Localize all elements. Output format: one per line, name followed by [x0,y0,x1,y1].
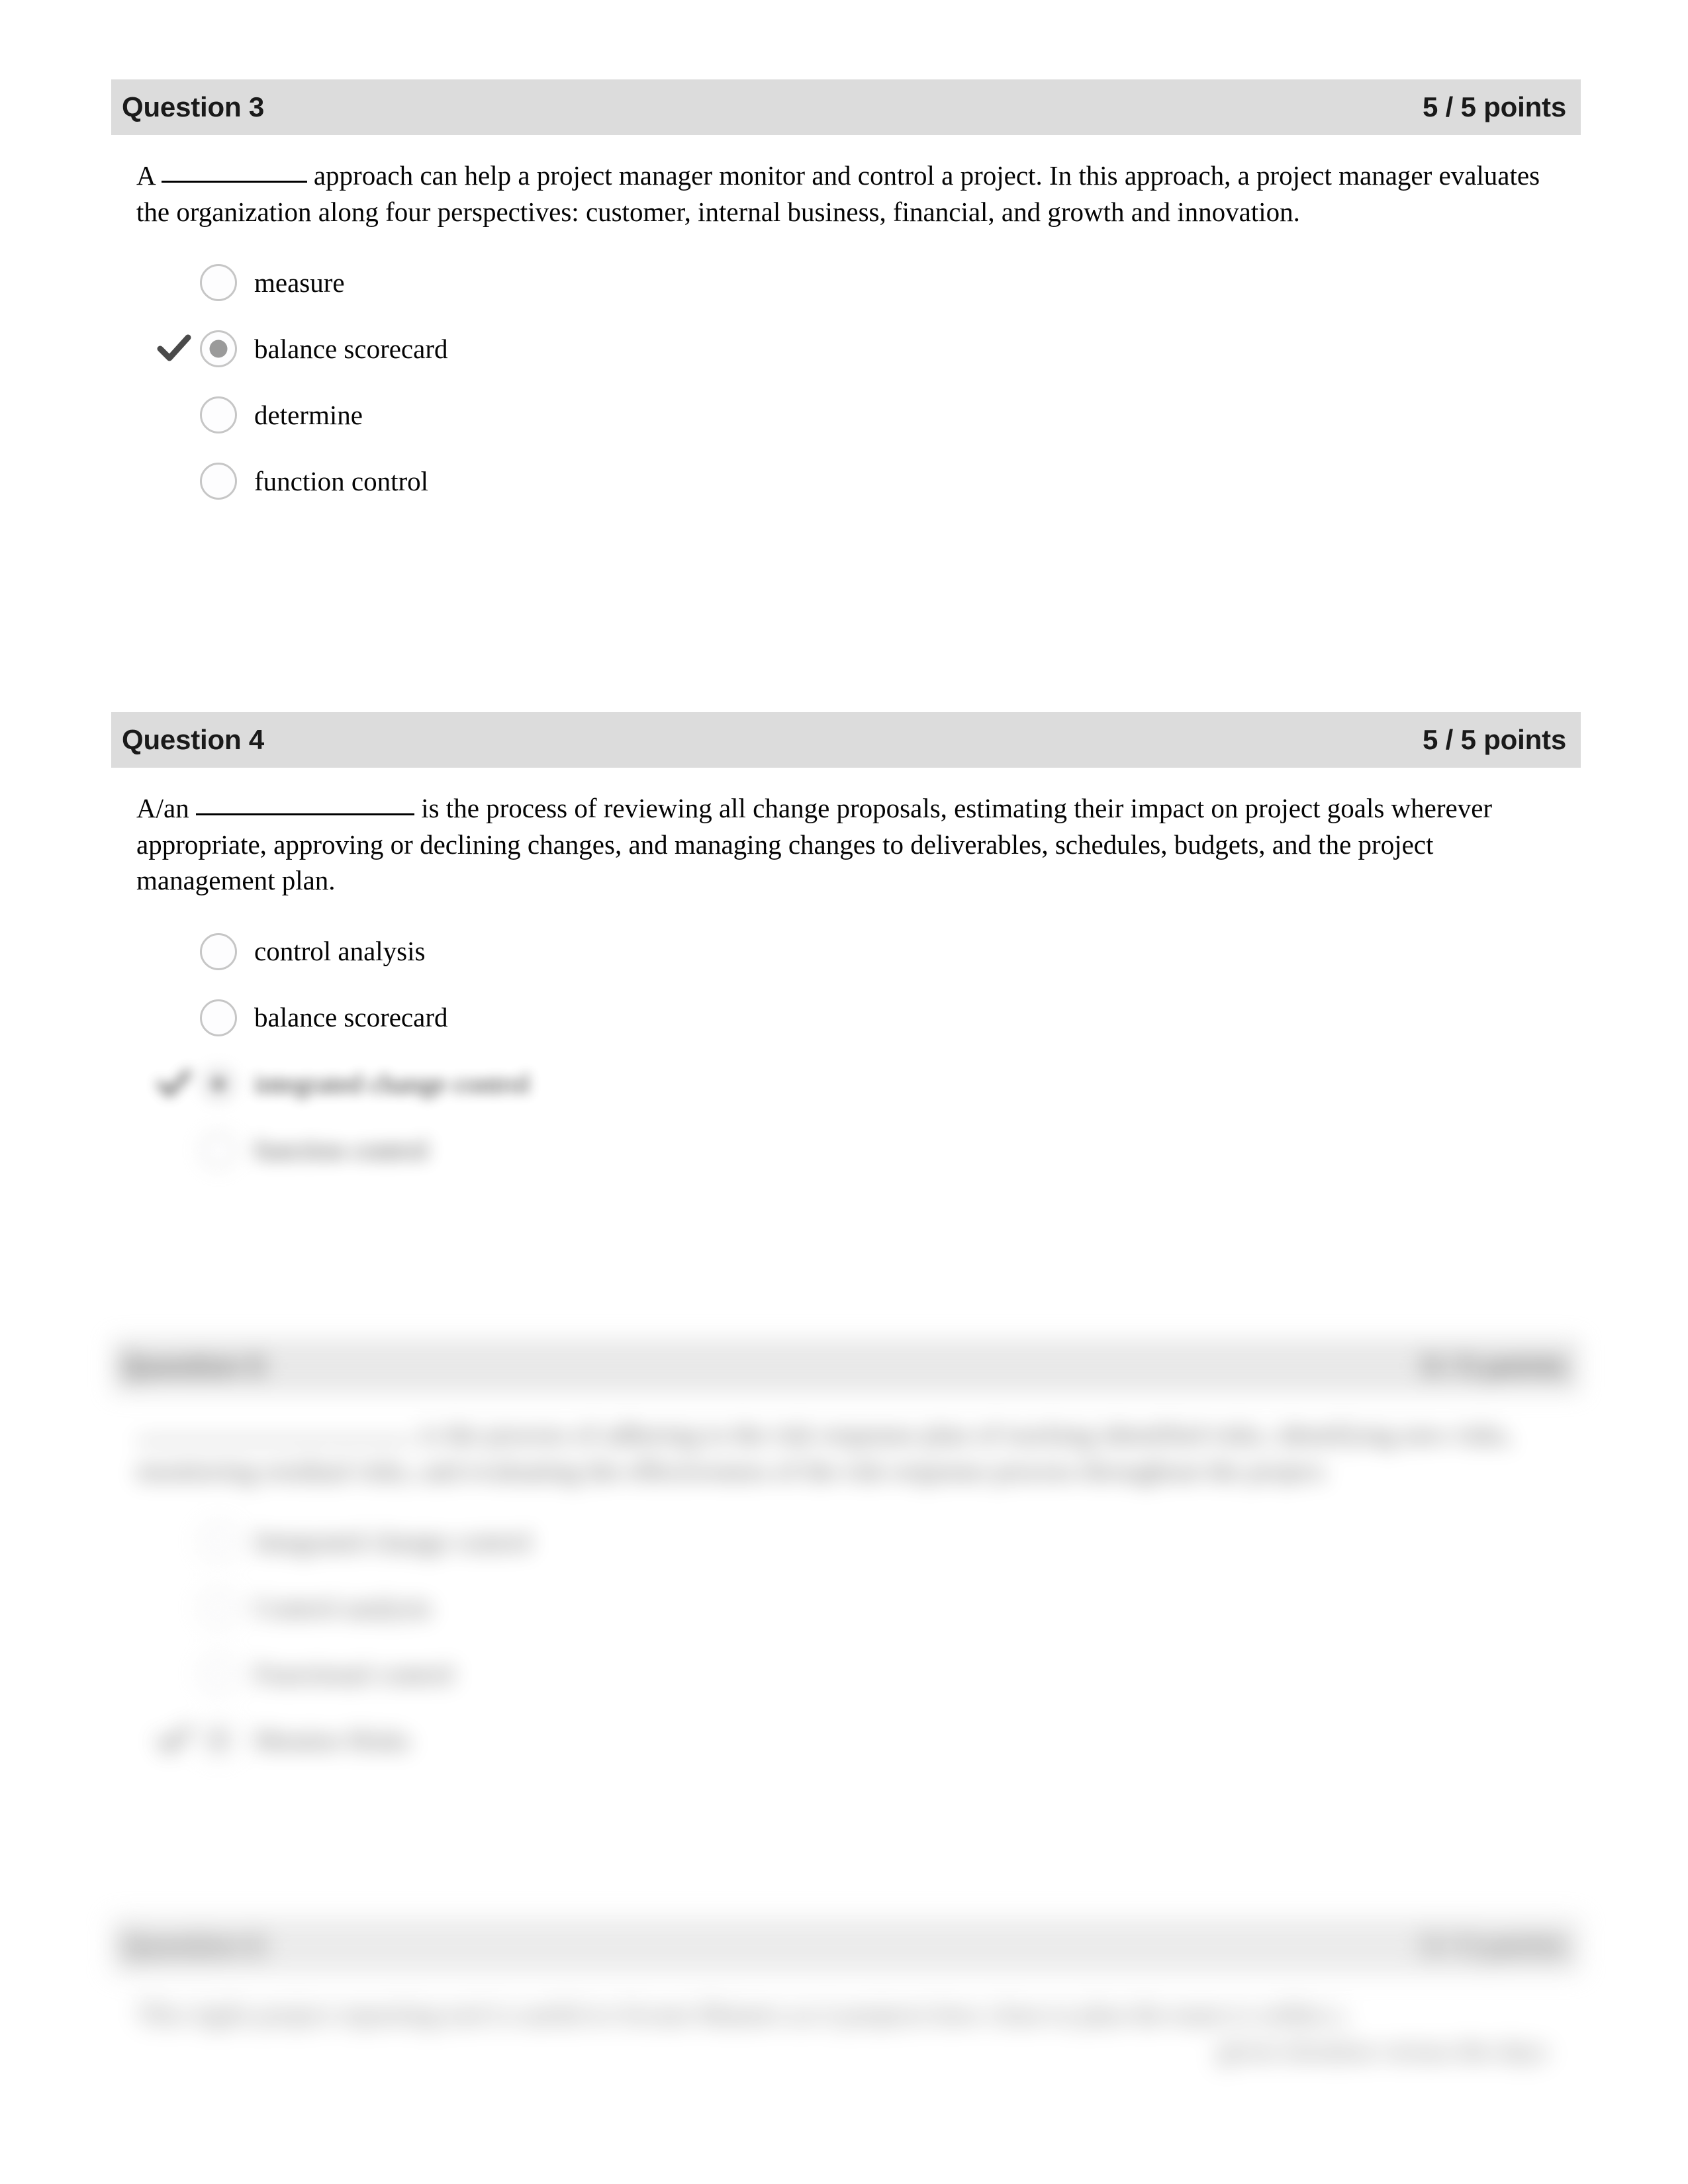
correct-check-slot [155,1064,200,1104]
question-title: Question 5 [122,1350,265,1381]
question-points: 5 / 5 points [1423,1350,1566,1381]
radio-button[interactable] [200,330,237,368]
option-row[interactable]: determine [155,382,1581,448]
question-header-q5: Question 5 5 / 5 points [111,1338,1581,1394]
question-header-q3: Question 3 5 / 5 points [111,79,1581,135]
radio-button[interactable] [200,264,237,302]
correct-check-slot [155,932,200,972]
option-label: control analysis [254,936,426,967]
question-block-q6: Question 6 5 / 5 points This Agile proje… [111,1918,1581,2068]
radio-button[interactable] [200,999,237,1036]
question-block-q5: Question 5 5 / 5 points is the process o… [111,1338,1581,1773]
question-text-q4: A/an is the process of reviewing all cha… [111,790,1581,899]
correct-check-slot [155,1654,200,1694]
question-block-q3: Question 3 5 / 5 points A approach can h… [111,79,1581,514]
option-row[interactable]: Monitor Risks [155,1707,1581,1773]
fill-in-blank [161,181,307,183]
option-label: determine [254,399,363,430]
fill-in-blank [136,1439,414,1441]
question-points: 5 / 5 points [1423,724,1566,755]
option-label: Integrated change control [254,1525,532,1557]
option-row[interactable]: Integrated change control [155,1508,1581,1574]
radio-button[interactable] [200,1655,237,1693]
option-row[interactable]: Functional control [155,1641,1581,1707]
option-row[interactable]: integrated change control [155,1051,1581,1117]
radio-button[interactable] [200,933,237,970]
option-row[interactable]: balance scorecard [155,985,1581,1051]
question-block-q4: Question 4 5 / 5 points A/an is the proc… [111,712,1581,1183]
question-points: 5 / 5 points [1423,91,1566,122]
question-text-line2: given iteration versus the days [1217,2034,1548,2066]
checkmark-icon [156,1066,192,1101]
radio-button[interactable] [200,463,237,500]
radio-button[interactable] [200,1523,237,1561]
question-title: Question 6 [122,1930,265,1961]
options-list-q3: measure balance scorecard determine func… [111,250,1581,514]
question-title: Question 4 [122,724,265,755]
question-text-q6: This Agile project reporting tool is use… [111,1996,1581,2068]
quiz-results-page: Question 3 5 / 5 points A approach can h… [0,0,1688,2184]
question-text-q5: is the process of adhering to the risk r… [111,1416,1581,1488]
option-row[interactable]: control analysis [155,919,1581,985]
option-row[interactable]: Control analysis [155,1574,1581,1641]
question-points: 5 / 5 points [1423,1930,1566,1961]
correct-check-slot [155,461,200,501]
question-text-line1: This Agile project reporting tool is use… [136,1999,1345,2029]
correct-check-slot [155,329,200,369]
radio-button[interactable] [200,396,237,434]
option-row[interactable]: function control [155,1117,1581,1183]
correct-check-slot [155,1588,200,1627]
radio-button[interactable] [200,1131,237,1169]
option-label: balance scorecard [254,333,448,364]
fill-in-blank [195,813,414,815]
option-label: Monitor Risks [254,1724,410,1755]
question-text-after-blank: is the process of reviewing all change p… [136,793,1493,896]
question-text-after-blank: is the process of adhering to the risk r… [136,1419,1513,1486]
correct-check-slot [155,1720,200,1760]
option-row[interactable]: balance scorecard [155,316,1581,382]
correct-check-slot [155,1522,200,1561]
option-label: measure [254,267,345,298]
radio-button[interactable] [200,1589,237,1627]
question-header-q4: Question 4 5 / 5 points [111,712,1581,768]
question-text-q3: A approach can help a project manager mo… [111,158,1581,230]
correct-check-slot [155,998,200,1038]
option-label: integrated change control [254,1068,530,1099]
radio-button[interactable] [200,1065,237,1103]
option-label: function control [254,465,429,496]
option-label: Functional control [254,1658,454,1689]
question-text-after-blank: approach can help a project manager moni… [136,160,1540,227]
checkmark-icon [156,1721,192,1757]
options-list-q4: control analysis balance scorecard integ… [111,919,1581,1183]
question-text-before-blank: A/an [136,793,189,823]
option-label: Control analysis [254,1592,432,1623]
radio-button[interactable] [200,1721,237,1759]
options-list-q5: Integrated change control Control analys… [111,1508,1581,1773]
option-row[interactable]: measure [155,250,1581,316]
question-title: Question 3 [122,91,265,122]
correct-check-slot [155,395,200,435]
question-header-q6: Question 6 5 / 5 points [111,1918,1581,1974]
correct-check-slot [155,1130,200,1170]
checkmark-icon [156,330,192,366]
question-text-before-blank: A [136,160,155,191]
correct-check-slot [155,263,200,302]
option-label: function control [254,1134,429,1165]
option-row[interactable]: function control [155,448,1581,514]
option-label: balance scorecard [254,1002,448,1033]
